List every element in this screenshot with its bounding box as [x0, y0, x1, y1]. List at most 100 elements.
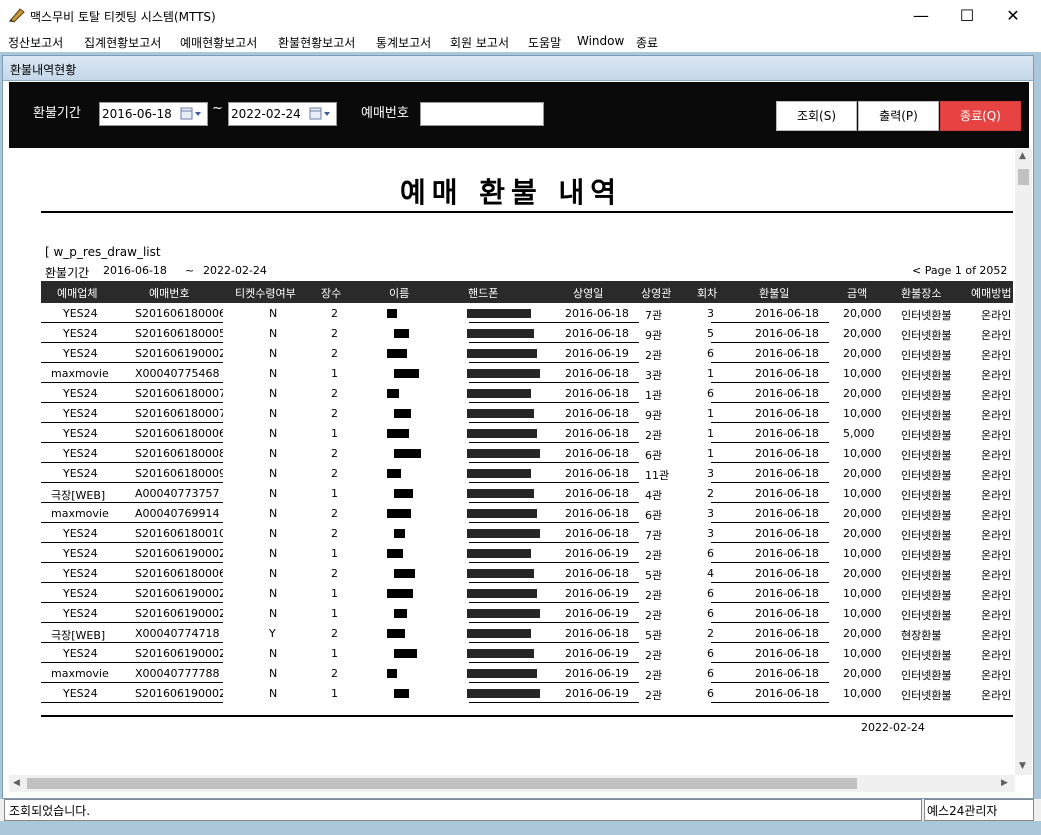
cell-refund-date: 2016-06-18: [755, 407, 819, 420]
cell-screen: 4관: [645, 489, 663, 502]
cell-refund-place: 인터넷환불: [901, 589, 952, 602]
close-window-button[interactable]: ✕: [990, 0, 1036, 32]
calendar-dropdown-icon[interactable]: [308, 105, 334, 123]
cell-refund-date: 2016-06-18: [755, 507, 819, 520]
cell-round: 6: [707, 667, 714, 680]
horizontal-scrollbar[interactable]: ◀ ▶: [9, 775, 1015, 792]
cell-res-no: A00040769914: [135, 507, 220, 520]
col-refund-place: 환불장소: [901, 287, 942, 300]
menu-member-report[interactable]: 회원 보고서: [450, 34, 509, 51]
maximize-button[interactable]: ☐: [944, 0, 990, 32]
col-name: 이름: [389, 287, 410, 300]
vertical-scroll-thumb[interactable]: [1018, 169, 1029, 185]
cell-count: 1: [331, 647, 338, 660]
date-to-value: 2022-02-24: [231, 107, 301, 121]
masked-phone: [467, 428, 537, 441]
table-row[interactable]: 극장[WEB] A00040773757 N 1 2016-06-18 4관 2 2016-0…: [41, 483, 1013, 503]
cell-screen: 7관: [645, 529, 663, 542]
cell-round: 3: [707, 467, 714, 480]
scroll-right-icon[interactable]: ▶: [1001, 778, 1008, 788]
cell-amount: 20,000: [843, 327, 882, 340]
cell-refund-place: 인터넷환불: [901, 389, 952, 402]
cell-show-date: 2016-06-18: [565, 427, 629, 440]
title-underline: [41, 211, 1013, 213]
cell-res-no: S20160618000911: [135, 467, 223, 480]
cell-refund-place: 인터넷환불: [901, 689, 952, 702]
table-row[interactable]: YES24 S20160619000282 N 1 2016-06-19 2관 6 2016-…: [41, 603, 1013, 623]
row-divider: [711, 702, 829, 703]
menu-window[interactable]: Window: [577, 34, 624, 48]
menu-aggregate-report[interactable]: 집계현황보고서: [84, 34, 161, 51]
cell-ticket-received: N: [269, 367, 278, 380]
masked-phone: [467, 308, 531, 321]
cell-count: 1: [331, 547, 338, 560]
cell-vendor: YES24: [63, 687, 98, 700]
menu-refund-report[interactable]: 환불현황보고서: [278, 34, 355, 51]
cell-count: 1: [331, 427, 338, 440]
table-row[interactable]: maxmovie A00040769914 N 2 2016-06-18 6관 3 2016-…: [41, 503, 1013, 523]
minimize-button[interactable]: —: [898, 0, 944, 32]
scroll-down-icon[interactable]: ▼: [1019, 761, 1026, 771]
cell-round: 6: [707, 387, 714, 400]
cell-ticket-received: N: [269, 587, 278, 600]
report-period-label: 환불기간: [45, 266, 90, 280]
cell-show-date: 2016-06-18: [565, 327, 629, 340]
cell-ticket-received: N: [269, 307, 278, 320]
table-row[interactable]: YES24 S20160619000259 N 1 2016-06-19 2관 6 2016-…: [41, 583, 1013, 603]
menu-help[interactable]: 도움말: [528, 34, 561, 51]
cell-method: 온라인: [981, 469, 1012, 482]
filter-panel: 환불기간 2016-06-18 ~ 2022-02-24 예매번호 조회(S) …: [9, 82, 1029, 148]
cell-amount: 20,000: [843, 347, 882, 360]
table-row[interactable]: YES24 S20160618000911 N 2 2016-06-18 11관 3 2016…: [41, 463, 1013, 483]
masked-name: [387, 508, 411, 521]
table-row[interactable]: YES24 S20160618000686 N 2 2016-06-18 7관 3 2016-…: [41, 303, 1013, 323]
table-row[interactable]: YES24 S20160619000284 N 1 2016-06-19 2관 6 2016-…: [41, 683, 1013, 703]
cell-refund-date: 2016-06-18: [755, 347, 819, 360]
cell-count: 2: [331, 567, 338, 580]
menu-settlement-report[interactable]: 정산보고서: [8, 34, 63, 51]
query-button[interactable]: 조회(S): [776, 101, 857, 131]
table-row[interactable]: YES24 S20160619000230 N 2 2016-06-19 2관 6 2016-…: [41, 343, 1013, 363]
cell-amount: 10,000: [843, 587, 882, 600]
masked-name: [394, 328, 409, 341]
table-row[interactable]: maxmovie X00040775468 N 1 2016-06-18 3관 1 2016-…: [41, 363, 1013, 383]
table-row[interactable]: YES24 S20160618001067 N 2 2016-06-18 7관 3 2016-…: [41, 523, 1013, 543]
cell-refund-date: 2016-06-18: [755, 547, 819, 560]
cell-refund-date: 2016-06-18: [755, 447, 819, 460]
date-to-picker[interactable]: 2022-02-24: [228, 102, 337, 126]
table-row[interactable]: YES24 S20160618000840 N 2 2016-06-18 6관 1 2016-…: [41, 443, 1013, 463]
cell-screen: 6관: [645, 509, 663, 522]
date-from-picker[interactable]: 2016-06-18: [99, 102, 208, 126]
table-row[interactable]: YES24 S20160618000637 N 1 2016-06-18 2관 1 2016-…: [41, 423, 1013, 443]
cell-amount: 10,000: [843, 647, 882, 660]
cell-vendor: maxmovie: [51, 507, 109, 520]
cell-vendor: YES24: [63, 307, 98, 320]
print-button[interactable]: 출력(P): [858, 101, 939, 131]
cell-screen: 2관: [645, 689, 663, 702]
cell-ticket-received: Y: [269, 627, 276, 640]
menu-statistics-report[interactable]: 통계보고서: [376, 34, 431, 51]
cell-refund-place: 인터넷환불: [901, 469, 952, 482]
vertical-scrollbar[interactable]: ▲ ▼: [1015, 149, 1032, 775]
table-row[interactable]: YES24 S20160618000533 N 2 2016-06-18 9관 5 2016-…: [41, 323, 1013, 343]
table-row[interactable]: YES24 S20160618000799 N 2 2016-06-18 1관 6 2016-…: [41, 383, 1013, 403]
scroll-left-icon[interactable]: ◀: [13, 778, 20, 788]
exit-button[interactable]: 종료(Q): [940, 101, 1021, 131]
cell-vendor: YES24: [63, 387, 98, 400]
calendar-dropdown-icon[interactable]: [179, 105, 205, 123]
col-round: 회차: [697, 287, 718, 300]
table-row[interactable]: YES24 S20160619000265 N 1 2016-06-19 2관 6 2016-…: [41, 543, 1013, 563]
table-row[interactable]: YES24 S20160618000753 N 2 2016-06-18 9관 1 2016-…: [41, 403, 1013, 423]
cell-vendor: YES24: [63, 587, 98, 600]
masked-phone: [467, 328, 534, 341]
table-row[interactable]: maxmovie X00040777788 N 2 2016-06-19 2관 6 2016-…: [41, 663, 1013, 683]
table-row[interactable]: YES24 S20160619000283 N 1 2016-06-19 2관 6 2016-…: [41, 643, 1013, 663]
scroll-up-icon[interactable]: ▲: [1019, 151, 1026, 161]
horizontal-scroll-thumb[interactable]: [27, 778, 857, 789]
cell-show-date: 2016-06-18: [565, 627, 629, 640]
table-row[interactable]: 극장[WEB] X00040774718 Y 2 2016-06-18 5관 2 2016-0…: [41, 623, 1013, 643]
menu-exit[interactable]: 종료: [636, 34, 658, 51]
reservation-no-input[interactable]: [420, 102, 544, 126]
table-row[interactable]: YES24 S20160618000662 N 2 2016-06-18 5관 4 2016-…: [41, 563, 1013, 583]
menu-reservation-report[interactable]: 예매현황보고서: [180, 34, 257, 51]
